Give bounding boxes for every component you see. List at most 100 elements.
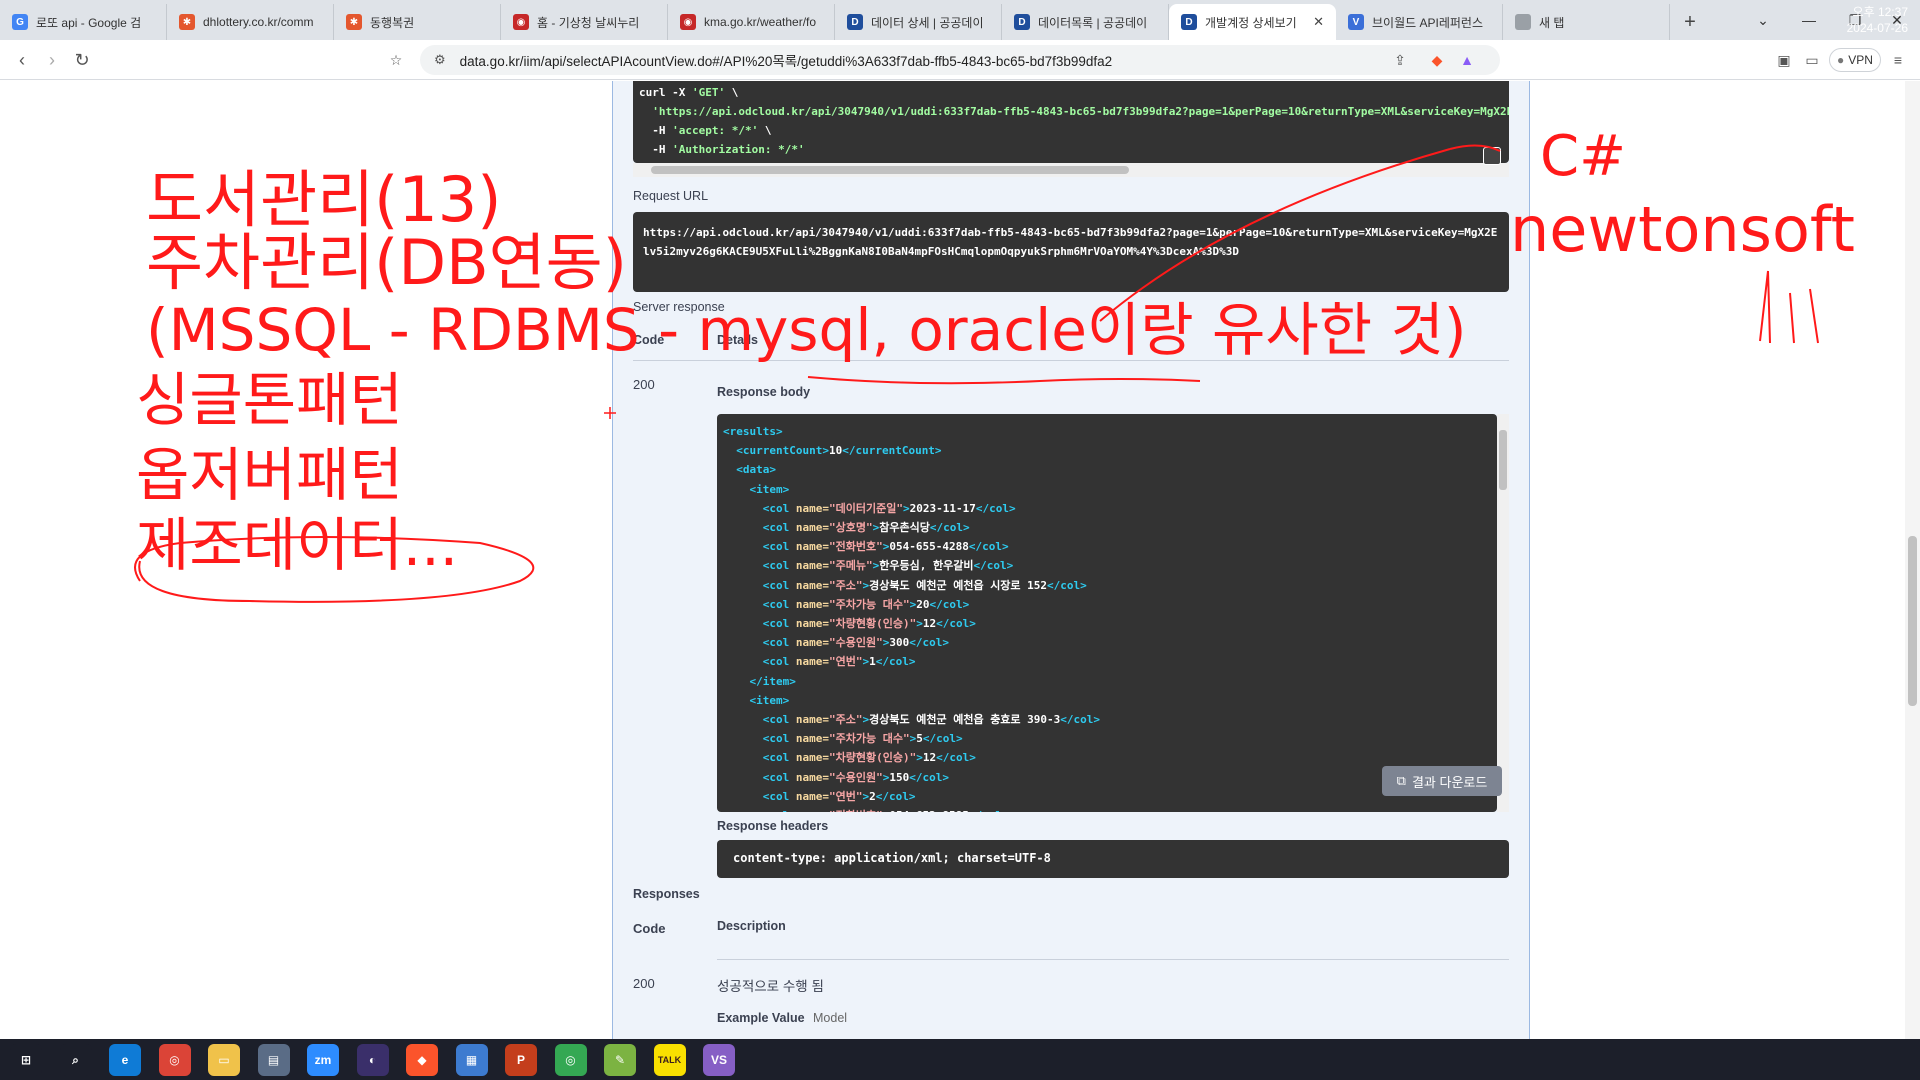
url-text: data.go.kr/iim/api/selectAPIAcountView.d…	[459, 54, 1113, 69]
tab-strip: G 로또 api - Google 검 ✱ dhlottery.co.kr/comm ✱…	[0, 0, 1920, 40]
copy-curl-icon[interactable]	[1483, 147, 1501, 165]
xml-line: <col name="전화번호">054-652-8585</col>	[723, 806, 1491, 812]
close-tab-icon[interactable]: ✕	[1313, 14, 1324, 30]
vworld-icon: V	[1348, 14, 1364, 30]
response-headers-box: content-type: application/xml; charset=U…	[717, 840, 1509, 878]
kma-icon: ◉	[680, 14, 696, 30]
api-operation-block: curl -X 'GET' \ 'https://api.odcloud.kr/…	[612, 81, 1530, 1039]
eclipse-icon[interactable]: ◐	[356, 1044, 389, 1076]
xml-line: <col name="상호명">참우촌식당</col>	[762, 521, 970, 535]
brave-icon[interactable]: ◆	[406, 1044, 438, 1076]
menu-icon[interactable]: ≡	[1886, 48, 1910, 72]
response-body-label: Response body	[717, 385, 811, 399]
notepad-icon[interactable]: ▦	[455, 1044, 488, 1076]
address-bar[interactable]: ⚙ data.go.kr/iim/api/selectAPIAcountView…	[420, 45, 1500, 75]
wallet-icon[interactable]: ▭	[1800, 48, 1824, 72]
site-info-icon[interactable]: ⚙	[434, 52, 446, 68]
xml-line: <col name="연번">2</col>	[762, 789, 916, 803]
back-icon[interactable]: ‹	[6, 44, 38, 76]
xml-line: <col name="주차가능 대수">5</col>	[762, 732, 963, 746]
model-tab[interactable]: Model	[813, 1011, 847, 1025]
tab-search-icon[interactable]: ⌄	[1740, 0, 1786, 40]
request-url-label: Request URL	[633, 189, 709, 203]
server-response-label: Server response	[633, 300, 725, 314]
windows-start-icon[interactable]: ⊞	[10, 1044, 42, 1076]
curl-line: curl -X 'GET' \	[639, 86, 739, 99]
system-clock[interactable]: 오후 12:37 2024-07-26	[1808, 4, 1908, 36]
responses-label: Responses	[633, 887, 700, 901]
xml-line: <results>	[723, 425, 783, 438]
sidebar-icon[interactable]: ▣	[1772, 48, 1796, 72]
visual-studio-icon[interactable]: VS	[703, 1044, 735, 1076]
powerpoint-icon[interactable]: P	[505, 1044, 537, 1076]
brave-rewards-icon[interactable]: ▲	[1455, 48, 1479, 72]
response-headers-label: Response headers	[717, 819, 829, 833]
new-tab-button[interactable]: +	[1670, 4, 1710, 40]
browser-tab[interactable]: D 개발계정 상세보기 ✕	[1169, 4, 1336, 40]
bookmark-icon[interactable]: ☆	[384, 48, 408, 72]
browser-tab[interactable]: ✱ 동행복권	[334, 4, 501, 40]
datagokr-icon: D	[1014, 14, 1030, 30]
details-column-header: Details	[717, 333, 758, 347]
xml-line: <col name="연번">1</col>	[762, 655, 916, 669]
xml-line: <col name="데이터기준일">2023-11-17</col>	[762, 501, 1016, 515]
search-icon[interactable]: ⌕	[59, 1044, 92, 1076]
chrome-user-icon[interactable]: ◎	[554, 1044, 587, 1076]
edge-icon[interactable]: e	[109, 1044, 141, 1076]
table-divider	[633, 360, 1509, 361]
file-explorer-icon[interactable]: ▭	[208, 1044, 240, 1076]
lottery-icon: ✱	[346, 14, 362, 30]
response-body-box: <results> <currentCount>10</currentCount…	[717, 414, 1497, 812]
notepadpp-icon[interactable]: ✎	[604, 1044, 636, 1076]
xml-line: <data>	[736, 463, 776, 477]
curl-horizontal-scrollbar[interactable]	[633, 163, 1509, 177]
code-column-header: Code	[633, 333, 665, 347]
download-result-button[interactable]: ⧉ 결과 다운로드	[1382, 766, 1502, 796]
responses-divider	[717, 959, 1509, 960]
datagokr-icon: D	[847, 14, 863, 30]
xml-line: <col name="차량현황(인승)">12</col>	[762, 751, 976, 765]
browser-tab[interactable]: D 데이터목록 | 공공데이	[1002, 4, 1169, 40]
xml-line: <item>	[749, 482, 790, 496]
browser-tab[interactable]: ◉ 홈 - 기상청 날씨누리	[501, 4, 668, 40]
curl-line: 'https://api.odcloud.kr/api/3047940/v1/u…	[652, 105, 1509, 118]
example-value-tab[interactable]: Example Value	[717, 1011, 805, 1025]
xml-line: <col name="전화번호">054-655-4288</col>	[762, 540, 1009, 554]
browser-tab[interactable]: 새 탭	[1503, 4, 1670, 40]
google-icon: G	[12, 14, 28, 30]
responses-code: 200	[633, 976, 655, 991]
browser-toolbar: ‹ › ↻ ☆ ⚙ data.go.kr/iim/api/selectAPIAc…	[0, 40, 1920, 80]
responses-code-header: Code	[633, 921, 666, 936]
xml-line: <currentCount>10</currentCount>	[736, 444, 942, 458]
description-column-header: Description	[717, 919, 786, 933]
chrome-icon[interactable]: ◎	[158, 1044, 191, 1076]
response-code: 200	[633, 377, 655, 392]
page-scrollbar[interactable]	[1905, 81, 1920, 1039]
request-url-box: https://api.odcloud.kr/api/3047940/v1/ud…	[633, 212, 1509, 292]
forward-icon[interactable]: ›	[36, 44, 68, 76]
brave-shields-icon[interactable]: ◆	[1425, 48, 1449, 72]
xml-line: <col name="주소">경상북도 예천군 예천읍 시장로 152</col…	[762, 578, 1087, 592]
windows-taskbar: ⊞ ⌕ e ◎ ▭ ▤ zm ◐ ◆ ▦ P ◎ ✎ TALK VS	[0, 1039, 1920, 1080]
xml-line: <col name="주소">경상북도 예천군 예천읍 충효로 390-3</c…	[762, 713, 1101, 727]
reload-icon[interactable]: ↻	[66, 44, 98, 76]
curl-command-box: curl -X 'GET' \ 'https://api.odcloud.kr/…	[633, 81, 1509, 163]
copy-icon: ⧉	[1396, 773, 1406, 788]
lottery-icon: ✱	[179, 14, 195, 30]
browser-tab[interactable]: ◉ kma.go.kr/weather/fo	[668, 4, 835, 40]
response-body-scrollbar[interactable]	[1497, 414, 1509, 812]
vpn-button[interactable]: ● VPN	[1829, 48, 1881, 72]
browser-tab[interactable]: D 데이터 상세 | 공공데이	[835, 4, 1002, 40]
kakaotalk-icon[interactable]: TALK	[653, 1044, 686, 1076]
xml-line: </item>	[749, 674, 796, 688]
zoom-icon[interactable]: zm	[307, 1044, 339, 1076]
datagokr-icon: D	[1181, 14, 1197, 30]
browser-tab[interactable]: V 브이월드 API레퍼런스	[1336, 4, 1503, 40]
presentation-icon[interactable]: ▤	[257, 1044, 290, 1076]
browser-tab[interactable]: G 로또 api - Google 검	[0, 4, 167, 40]
kma-icon: ◉	[513, 14, 529, 30]
curl-line: -H 'accept: */*' \	[639, 124, 772, 137]
xml-line: <col name="차량현황(인승)">12</col>	[762, 617, 976, 631]
browser-tab[interactable]: ✱ dhlottery.co.kr/comm	[167, 4, 334, 40]
share-icon[interactable]: ⇪	[1388, 48, 1412, 72]
